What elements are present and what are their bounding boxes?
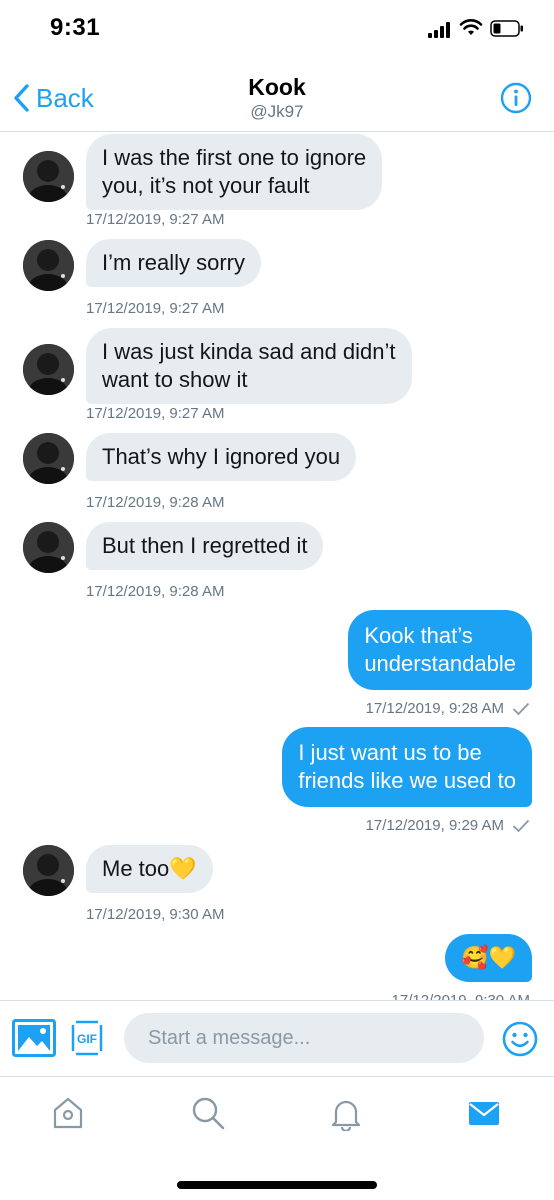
message-timestamp: 17/12/2019, 9:27 AM	[86, 405, 225, 422]
avatar[interactable]	[23, 344, 74, 395]
message-text-line: you, it’s not your fault	[102, 173, 310, 198]
message-text-line: friends like we used to	[298, 768, 516, 793]
signal-icon	[428, 22, 454, 38]
message-bubble[interactable]: I was the first one to ignore you, it’s …	[86, 134, 383, 210]
avatar[interactable]	[23, 845, 74, 896]
message-timestamp: 17/12/2019, 9:29 AM	[365, 817, 504, 834]
avatar[interactable]	[23, 522, 74, 573]
tab-bar	[0, 1076, 554, 1200]
message-text-line: want to show it	[102, 367, 248, 392]
message-text-line: Me too💛	[102, 856, 197, 881]
avatar[interactable]	[23, 151, 74, 202]
message-timestamp: 17/12/2019, 9:30 AM	[392, 992, 530, 1000]
message-timestamp-row: 17/12/2019, 9:30 AM	[392, 992, 530, 1000]
battery-icon	[490, 20, 523, 37]
contact-handle: @Jk97	[250, 102, 304, 121]
message-timestamp: 17/12/2019, 9:27 AM	[86, 211, 225, 228]
checkmark-icon	[512, 819, 530, 832]
smiley-icon[interactable]	[502, 1021, 538, 1057]
message-text-line: I was the first one to ignore	[102, 145, 367, 170]
message-text-line: Kook that’s	[364, 623, 473, 648]
message-bubble[interactable]: But then I regretted it	[86, 522, 324, 570]
gif-icon[interactable]: GIF	[70, 1019, 104, 1057]
checkmark-icon	[512, 702, 530, 715]
search-icon[interactable]	[190, 1095, 226, 1131]
message-timestamp: 17/12/2019, 9:27 AM	[86, 300, 225, 317]
messages-icon[interactable]	[466, 1095, 502, 1131]
message-text-line: I just want us to be	[298, 740, 482, 765]
message-bubble[interactable]: Kook that’s understandable	[348, 610, 532, 690]
status-bar: 9:31	[0, 0, 554, 60]
conversation-header: Back Kook @Jk97	[0, 60, 554, 132]
message-timestamp: 17/12/2019, 9:28 AM	[365, 700, 504, 717]
home-icon[interactable]	[50, 1095, 86, 1131]
message-bubble[interactable]: Me too💛	[86, 845, 213, 893]
message-bubble[interactable]: I was just kinda sad and didn’t want to …	[86, 328, 412, 404]
svg-text:GIF: GIF	[77, 1032, 97, 1046]
message-text-line: I was just kinda sad and didn’t	[102, 339, 396, 364]
message-bubble[interactable]: I’m really sorry	[86, 239, 262, 287]
message-text-line: I’m really sorry	[102, 250, 246, 275]
message-text-line: understandable	[364, 651, 516, 676]
message-bubble[interactable]: 🥰💛	[445, 934, 532, 982]
notifications-icon[interactable]	[328, 1095, 364, 1131]
message-input[interactable]	[124, 1013, 484, 1063]
contact-name: Kook	[248, 74, 306, 100]
message-text-line: 🥰💛	[461, 945, 516, 970]
avatar[interactable]	[23, 240, 74, 291]
message-timestamp-row: 17/12/2019, 9:29 AM	[366, 817, 530, 834]
image-icon[interactable]	[12, 1019, 56, 1057]
message-timestamp: 17/12/2019, 9:28 AM	[86, 583, 225, 600]
message-bubble[interactable]: That’s why I ignored you	[86, 433, 357, 481]
message-list: I was the first one to ignore you, it’s …	[0, 132, 554, 1000]
status-time: 9:31	[50, 14, 101, 41]
message-timestamp-row: 17/12/2019, 9:28 AM	[366, 700, 530, 717]
message-text-line: That’s why I ignored you	[102, 444, 341, 469]
info-icon[interactable]	[500, 82, 532, 114]
home-indicator[interactable]	[177, 1181, 377, 1189]
wifi-icon	[459, 19, 483, 35]
message-timestamp: 17/12/2019, 9:28 AM	[86, 494, 225, 511]
message-text-line: But then I regretted it	[102, 533, 308, 558]
avatar[interactable]	[23, 433, 74, 484]
message-bubble[interactable]: I just want us to be friends like we use…	[282, 727, 532, 807]
message-timestamp: 17/12/2019, 9:30 AM	[86, 906, 225, 923]
message-composer: GIF	[0, 1000, 554, 1076]
